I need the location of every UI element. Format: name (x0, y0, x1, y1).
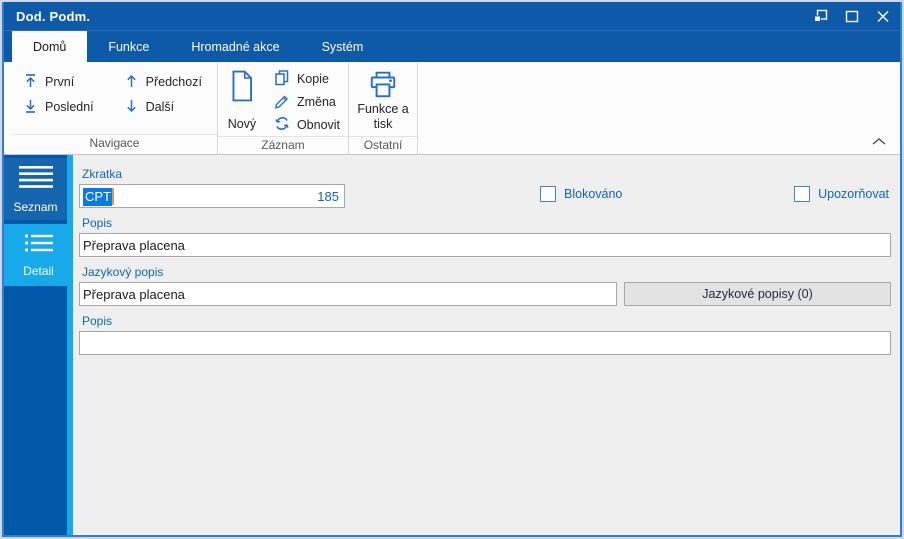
ribbon-empty-area (418, 62, 900, 154)
arrow-up-bar-icon (23, 73, 38, 92)
blokovano-checkbox[interactable]: Blokováno (540, 186, 622, 202)
app-window: Dod. Podm. Domů Funkce Hromadné akce Sys… (0, 0, 904, 539)
sidebar-item-label: Seznam (13, 199, 58, 214)
refresh-button[interactable]: Obnovit (274, 113, 340, 136)
printer-icon (368, 71, 398, 102)
jazykovy-popis-input[interactable]: Přeprava placena (79, 282, 617, 306)
restore-icon[interactable] (813, 9, 828, 23)
close-icon[interactable] (876, 10, 890, 23)
arrow-down-icon (124, 98, 139, 117)
row-zkratka: Zkratka CPT 185 Blokováno Upozorňovat (79, 159, 891, 208)
titlebar: Dod. Podm. (4, 2, 900, 30)
zkratka-label: Zkratka (82, 167, 123, 181)
pencil-icon (274, 92, 290, 112)
popis2-input[interactable] (79, 331, 891, 355)
tab-domu[interactable]: Domů (12, 31, 88, 62)
menu-lines-icon (18, 165, 54, 192)
window-title: Dod. Podm. (16, 8, 91, 24)
edit-button[interactable]: Změna (274, 90, 340, 113)
upozornovat-checkbox[interactable]: Upozorňovat (794, 186, 889, 202)
refresh-icon (274, 115, 290, 135)
new-button[interactable]: Nový (218, 62, 266, 136)
jazykovy-popis-label: Jazykový popis (82, 265, 164, 279)
first-button[interactable]: První (20, 71, 97, 93)
ribbon: První Předchozí Poslední Další Navigace … (4, 62, 900, 155)
last-button[interactable]: Poslední (20, 96, 97, 118)
sidebar-item-seznam[interactable]: Seznam (4, 158, 67, 220)
arrow-up-icon (124, 73, 139, 92)
maximize-icon[interactable] (845, 10, 859, 23)
detail-form: Zkratka CPT 185 Blokováno Upozorňovat Po… (73, 155, 900, 535)
ribbon-group-navigace: První Předchozí Poslední Další Navigace (12, 62, 218, 154)
sidebar-item-label: Detail (23, 263, 54, 278)
arrow-down-bar-icon (23, 98, 38, 117)
copy-icon (274, 69, 290, 89)
tab-system[interactable]: Systém (301, 31, 385, 62)
ribbon-group-ostatni: Funkce a tisk Ostatní (349, 62, 419, 154)
group-label-zaznam: Záznam (217, 136, 349, 154)
new-document-icon (229, 70, 255, 105)
ribbon-group-zaznam: Nový Kopie Změna Obnovit Záznam (217, 62, 350, 154)
popis-label: Popis (82, 216, 113, 230)
sidebar-item-detail[interactable]: Detail (4, 224, 73, 286)
checkbox-box-icon[interactable] (540, 186, 556, 202)
group-label-ostatni: Ostatní (349, 136, 418, 154)
functions-print-button[interactable]: Funkce a tisk (355, 62, 411, 136)
row-jazykovy-popis: Přeprava placena Jazykové popisy (0) (79, 282, 891, 306)
next-button[interactable]: Další (121, 96, 205, 118)
selected-text: CPT (83, 187, 112, 206)
window-inner-frame: Dod. Podm. Domů Funkce Hromadné akce Sys… (2, 2, 902, 537)
previous-button[interactable]: Předchozí (121, 71, 205, 93)
chevron-up-icon[interactable] (871, 133, 887, 151)
record-id-number: 185 (317, 189, 339, 204)
popis2-label: Popis (82, 314, 113, 328)
copy-button[interactable]: Kopie (274, 67, 340, 90)
view-sidebar: Seznam Detail (4, 155, 73, 535)
bullet-list-icon (24, 233, 54, 256)
ribbon-tabstrip: Domů Funkce Hromadné akce Systém (4, 30, 900, 62)
checkbox-box-icon[interactable] (794, 186, 811, 202)
popis-input[interactable]: Přeprava placena (79, 233, 891, 257)
content-area: Seznam Detail Zkratka CPT 185 Blokováno … (4, 155, 900, 535)
zkratka-input[interactable]: CPT 185 (79, 184, 345, 208)
tab-funkce[interactable]: Funkce (87, 31, 170, 62)
window-controls (813, 9, 890, 23)
jazykove-popisy-button[interactable]: Jazykové popisy (0) (624, 282, 891, 306)
group-label-navigace: Navigace (12, 134, 217, 154)
tab-hromadne-akce[interactable]: Hromadné akce (170, 31, 300, 62)
text-caret (112, 188, 114, 205)
